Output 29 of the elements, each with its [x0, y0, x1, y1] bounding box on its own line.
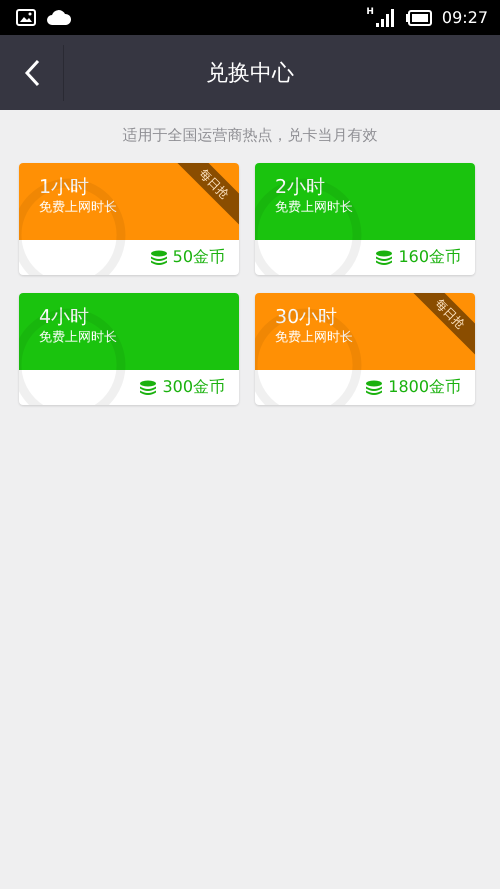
coins-icon [139, 380, 158, 395]
coins-icon [150, 250, 168, 265]
duration: 4小时 [39, 305, 90, 329]
cloud-icon [46, 9, 72, 26]
price: 1800金币 [388, 377, 461, 398]
image-icon [16, 9, 36, 26]
duration: 1小时 [39, 175, 90, 199]
exchange-card[interactable]: 1小时 免费上网时长 50金币 每日抢 [19, 163, 239, 275]
caption: 免费上网时长 [275, 199, 353, 217]
duration: 2小时 [275, 175, 326, 199]
caption: 免费上网时长 [39, 199, 117, 217]
exchange-card[interactable]: 4小时 免费上网时长 300金币 [19, 293, 239, 405]
price: 50金币 [172, 247, 225, 268]
network-type: H [366, 7, 374, 17]
battery-icon [406, 10, 432, 26]
coins-icon [365, 380, 384, 395]
page-title: 兑换中心 [205, 60, 295, 88]
subtitle: 适用于全国运营商热点，兑卡当月有效 [122, 126, 378, 145]
signal-icon [376, 8, 396, 26]
chevron-left-icon [24, 58, 40, 86]
coins-icon [375, 250, 394, 265]
caption: 免费上网时长 [275, 329, 353, 347]
caption: 免费上网时长 [39, 329, 117, 347]
duration: 30小时 [275, 305, 338, 329]
clock-time: 09:27 [442, 8, 488, 27]
price: 300金币 [162, 377, 225, 398]
exchange-card[interactable]: 30小时 免费上网时长 1800金币 每日抢 [255, 293, 475, 405]
exchange-card[interactable]: 2小时 免费上网时长 160金币 [255, 163, 475, 275]
price: 160金币 [398, 247, 461, 268]
